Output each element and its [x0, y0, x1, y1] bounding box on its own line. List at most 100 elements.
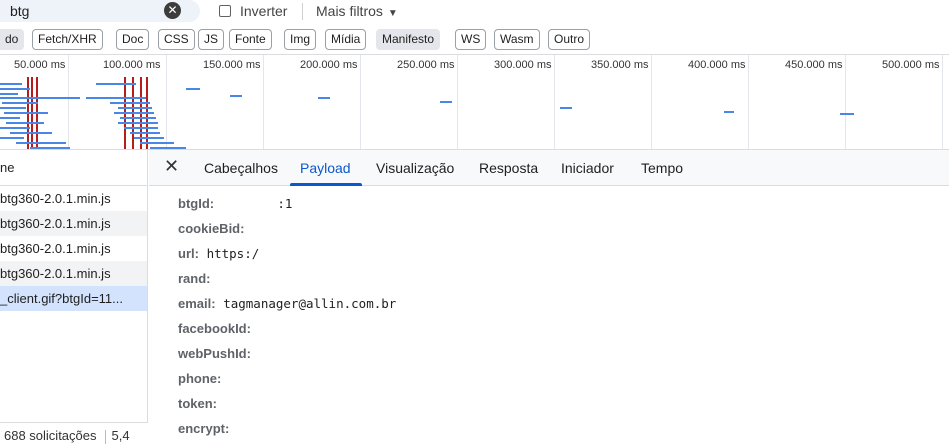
payload-row: cookieBid:	[178, 221, 248, 241]
timeline-tick-label: 100.000 ms	[103, 59, 161, 71]
redacted-value	[218, 199, 270, 211]
timeline-request-bar	[2, 102, 38, 104]
timeline-tick-label: 350.000 ms	[591, 59, 649, 71]
request-row[interactable]: btg360-2.0.1.min.js	[0, 211, 147, 236]
timeline-tick-label: 50.000 ms	[14, 59, 66, 71]
type-filter-other[interactable]: Outro	[548, 29, 591, 50]
timeline-request-bar	[6, 122, 44, 124]
timeline-gridline	[68, 55, 69, 149]
type-filter-all[interactable]: do	[0, 29, 25, 50]
timeline-request-bar	[10, 132, 52, 134]
timeline-overview[interactable]: 50.000 ms 100.000 ms 150.000 ms 200.000 …	[0, 54, 949, 150]
status-divider	[104, 429, 106, 444]
timeline-gridline	[166, 55, 167, 149]
request-row[interactable]: btg360-2.0.1.min.js	[0, 186, 147, 211]
payload-key: phone:	[178, 371, 222, 386]
timeline-gridline	[942, 55, 943, 149]
timeline-gridline	[845, 55, 846, 149]
timeline-request-bar	[318, 97, 330, 99]
type-filter-ws[interactable]: WS	[455, 29, 487, 50]
payload-key: token:	[178, 396, 217, 411]
timeline-request-bar	[0, 117, 20, 119]
filter-input-value[interactable]: btg	[10, 3, 29, 19]
timeline-gridline	[554, 55, 555, 149]
type-filter-js[interactable]: JS	[198, 29, 225, 50]
timeline-request-bar	[0, 93, 18, 95]
timeline-request-bar	[0, 97, 80, 99]
resource-type-filters: do Fetch/XHR Doc CSS JS Fonte Img Mídia …	[0, 27, 949, 53]
tab-initiator[interactable]: Iniciador	[561, 160, 614, 176]
payload-row: token:	[178, 396, 221, 416]
request-count: 688 solicitações	[4, 428, 97, 443]
type-filter-doc[interactable]: Doc	[116, 29, 150, 50]
payload-row: webPushId:	[178, 346, 255, 366]
request-row[interactable]: btg360-2.0.1.min.js	[0, 236, 147, 261]
timeline-tick-label: 500.000 ms	[882, 59, 940, 71]
timeline-request-bar	[186, 88, 200, 90]
timeline-request-bar	[0, 83, 22, 85]
detail-tabs: ✕ Cabeçalhos Payload Visualização Respos…	[149, 150, 949, 186]
timeline-tick-label: 400.000 ms	[688, 59, 746, 71]
request-list-header[interactable]: ne	[0, 150, 147, 186]
tab-timing[interactable]: Tempo	[641, 160, 683, 176]
timeline-gridline	[748, 55, 749, 149]
active-tab-indicator	[290, 183, 362, 186]
timeline-gridline	[360, 55, 361, 149]
payload-row: encrypt:	[178, 421, 233, 441]
timeline-request-bar	[724, 111, 734, 113]
request-row-selected[interactable]: _client.gif?btgId=11...	[0, 286, 147, 311]
type-filter-manifest[interactable]: Manifesto	[376, 29, 441, 50]
tab-payload[interactable]: Payload	[300, 160, 351, 176]
type-filter-font[interactable]: Fonte	[229, 29, 272, 50]
invert-label[interactable]: Inverter	[240, 3, 287, 19]
type-filter-fetch-xhr[interactable]: Fetch/XHR	[32, 29, 103, 50]
timeline-request-bar	[0, 137, 24, 139]
transfer-size: 5,4	[111, 428, 130, 443]
payload-row: url: https:/	[178, 246, 259, 266]
tab-response[interactable]: Resposta	[479, 160, 538, 176]
timeline-gridline	[457, 55, 458, 149]
payload-value: tagmanager@allin.com.br	[223, 296, 397, 311]
payload-key: facebookId:	[178, 321, 251, 336]
toolbar-divider	[302, 3, 303, 20]
tab-preview[interactable]: Visualização	[376, 160, 454, 176]
more-filters-dropdown[interactable]: Mais filtros ▼	[316, 3, 398, 19]
more-filters-label: Mais filtros	[316, 3, 383, 19]
tab-headers[interactable]: Cabeçalhos	[204, 160, 278, 176]
close-icon[interactable]: ✕	[164, 156, 179, 177]
invert-checkbox[interactable]	[219, 5, 231, 17]
request-row[interactable]: btg360-2.0.1.min.js	[0, 261, 147, 286]
timeline-tick-label: 150.000 ms	[203, 59, 261, 71]
payload-row: facebookId:	[178, 321, 255, 341]
timeline-request-bar	[118, 122, 158, 124]
clear-icon[interactable]: ✕	[164, 2, 181, 19]
timeline-request-bar	[124, 127, 158, 129]
timeline-tick-label: 300.000 ms	[494, 59, 552, 71]
payload-row: email: tagmanager@allin.com.br	[178, 296, 396, 316]
timeline-request-bar	[134, 137, 164, 139]
timeline-tick-label: 250.000 ms	[397, 59, 455, 71]
timeline-request-bar	[120, 117, 156, 119]
timeline-request-bar	[86, 97, 146, 99]
timeline-request-bar	[114, 112, 154, 114]
type-filter-img[interactable]: Img	[284, 29, 317, 50]
timeline-request-bar	[110, 102, 150, 104]
request-list: ne btg360-2.0.1.min.js btg360-2.0.1.min.…	[0, 150, 148, 448]
timeline-request-bar	[440, 101, 452, 103]
timeline-request-bar	[0, 107, 26, 109]
timeline-tick-label: 450.000 ms	[785, 59, 843, 71]
payload-row: phone:	[178, 371, 225, 391]
request-detail-panel: ✕ Cabeçalhos Payload Visualização Respos…	[149, 150, 949, 448]
timeline-gridline	[651, 55, 652, 149]
caret-down-icon: ▼	[387, 8, 398, 19]
type-filter-media[interactable]: Mídia	[325, 29, 367, 50]
type-filter-css[interactable]: CSS	[158, 29, 195, 50]
type-filter-wasm[interactable]: Wasm	[494, 29, 540, 50]
payload-key: encrypt:	[178, 421, 230, 436]
timeline-request-bar	[150, 147, 186, 149]
timeline-request-bar	[4, 112, 48, 114]
filter-input[interactable]: btg ✕	[0, 0, 200, 22]
timeline-request-bar	[130, 132, 160, 134]
timeline-request-bar	[840, 113, 854, 115]
timeline-request-bar	[0, 127, 30, 129]
